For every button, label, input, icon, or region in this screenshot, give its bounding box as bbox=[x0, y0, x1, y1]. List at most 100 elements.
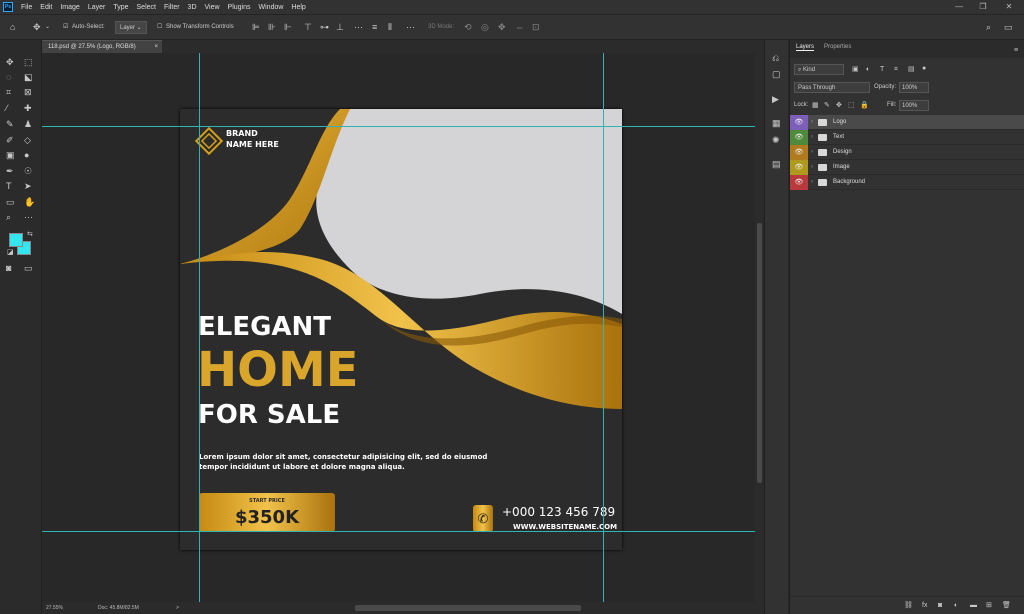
expand-chevron-icon[interactable]: › bbox=[811, 115, 813, 130]
move-tool-icon[interactable]: ✥ bbox=[6, 58, 14, 67]
filter-shape-icon[interactable]: ⌗ bbox=[894, 65, 898, 74]
vertical-scroll-thumb[interactable] bbox=[757, 223, 762, 483]
align-middle-icon[interactable]: ⊶ bbox=[320, 23, 329, 32]
menu-help[interactable]: Help bbox=[291, 4, 305, 11]
zoom-tool-icon[interactable]: ⌕ bbox=[6, 213, 11, 222]
zoom-level[interactable]: 27.55% bbox=[46, 602, 63, 614]
swap-colors-icon[interactable]: ⇆ bbox=[27, 230, 33, 239]
frame-tool-icon[interactable]: ⊠ bbox=[24, 88, 32, 97]
hand-tool-icon[interactable]: ✋ bbox=[24, 198, 35, 207]
expand-chevron-icon[interactable]: › bbox=[811, 175, 813, 190]
brush-tool-icon[interactable]: ✎ bbox=[6, 120, 14, 129]
show-transform-checkbox[interactable]: ☐ bbox=[157, 21, 162, 34]
menu-edit[interactable]: Edit bbox=[40, 4, 52, 11]
pen-tool-icon[interactable]: ✒ bbox=[6, 167, 14, 176]
comments-panel-icon[interactable]: ▢ bbox=[772, 70, 781, 79]
blend-mode-dropdown[interactable]: Pass Through bbox=[794, 82, 870, 93]
add-mask-icon[interactable]: ◙ bbox=[938, 601, 942, 610]
filter-pixel-icon[interactable]: ▣ bbox=[852, 65, 859, 74]
layer-row-text[interactable]: 👁 › Text bbox=[790, 130, 1024, 145]
guide-horizontal-top[interactable] bbox=[42, 126, 755, 127]
quick-mask-icon[interactable]: ◙ bbox=[6, 264, 11, 273]
panel-menu-icon[interactable]: ≡ bbox=[1014, 46, 1018, 55]
guide-horizontal-bottom[interactable] bbox=[42, 531, 755, 532]
slide-3d-icon[interactable]: ⇔ bbox=[515, 23, 524, 32]
close-tab-icon[interactable]: × bbox=[154, 41, 158, 53]
search-icon[interactable]: ⌕ bbox=[986, 23, 991, 32]
layer-row-design[interactable]: 👁 › Design bbox=[790, 145, 1024, 160]
menu-plugins[interactable]: Plugins bbox=[228, 4, 251, 11]
new-layer-icon[interactable]: ⊞ bbox=[986, 601, 992, 610]
distribute-horizontal-icon[interactable]: ⦀ bbox=[388, 23, 392, 32]
path-select-icon[interactable]: ➤ bbox=[24, 182, 32, 191]
tab-properties[interactable]: Properties bbox=[824, 44, 851, 50]
menu-filter[interactable]: Filter bbox=[164, 4, 180, 11]
expand-chevron-icon[interactable]: › bbox=[811, 160, 813, 175]
stamp-tool-icon[interactable]: ♟ bbox=[24, 120, 32, 129]
move-tool-option-icon[interactable]: ✥ bbox=[33, 23, 41, 32]
filter-kind-dropdown[interactable]: ⌕ Kind bbox=[794, 64, 844, 75]
actions-play-icon[interactable]: ▶ bbox=[772, 95, 779, 104]
workspace-icon[interactable]: ▭ bbox=[1004, 23, 1013, 32]
swatches-panel-icon[interactable]: ▦ bbox=[772, 119, 781, 128]
distribute-icon[interactable]: ⋯ bbox=[354, 23, 363, 32]
auto-select-dropdown[interactable]: Layer ⌄ bbox=[115, 21, 147, 34]
filter-toggle-icon[interactable]: ● bbox=[922, 64, 926, 73]
auto-select-checkbox[interactable]: ☑ bbox=[63, 21, 68, 34]
pan-3d-icon[interactable]: ✥ bbox=[498, 23, 506, 32]
align-left-icon[interactable]: ⊫ bbox=[252, 23, 260, 32]
layer-row-logo[interactable]: 👁 › Logo bbox=[790, 115, 1024, 130]
home-icon[interactable]: ⌂ bbox=[10, 23, 15, 32]
expand-chevron-icon[interactable]: › bbox=[811, 130, 813, 145]
visibility-eye-icon[interactable]: 👁 bbox=[790, 175, 808, 190]
more-tools-icon[interactable]: ··· bbox=[24, 213, 33, 222]
document-canvas[interactable]: ✆ BRAND NAME HERE ELEGANT HOME FOR SALE … bbox=[180, 109, 622, 550]
crop-tool-icon[interactable]: ⌗ bbox=[6, 88, 11, 97]
roll-3d-icon[interactable]: ◎ bbox=[481, 23, 489, 32]
menu-view[interactable]: View bbox=[205, 4, 220, 11]
rectangle-tool-icon[interactable]: ▭ bbox=[6, 198, 15, 207]
layer-style-icon[interactable]: fx bbox=[922, 601, 927, 610]
document-tab[interactable]: 118.psd @ 27.5% (Logo, RGB/8) × bbox=[42, 40, 162, 53]
align-right-icon[interactable]: ⊩ bbox=[284, 23, 292, 32]
eyedropper-icon[interactable]: ⁄ bbox=[6, 104, 8, 113]
lock-artboard-icon[interactable]: ⬚ bbox=[848, 101, 855, 110]
fill-field[interactable]: 100% bbox=[899, 100, 929, 111]
align-center-icon[interactable]: ⊪ bbox=[268, 23, 276, 32]
lasso-tool-icon[interactable]: ◌ bbox=[6, 73, 11, 82]
filter-adjustment-icon[interactable]: ◐ bbox=[866, 65, 870, 74]
visibility-eye-icon[interactable]: 👁 bbox=[790, 145, 808, 160]
default-colors-icon[interactable]: ◪ bbox=[7, 248, 14, 257]
filter-type-icon[interactable]: T bbox=[880, 65, 884, 74]
distribute-vertical-icon[interactable]: ≡ bbox=[372, 23, 377, 32]
delete-layer-icon[interactable]: 🗑 bbox=[1002, 601, 1011, 610]
horizontal-scroll-thumb[interactable] bbox=[355, 605, 581, 611]
visibility-eye-icon[interactable]: 👁 bbox=[790, 130, 808, 145]
more-options-icon[interactable]: ··· bbox=[406, 23, 415, 32]
marquee-tool-icon[interactable]: ⬚ bbox=[24, 58, 33, 67]
dodge-tool-icon[interactable]: ☉ bbox=[24, 167, 32, 176]
minimize-icon[interactable]: — bbox=[946, 0, 972, 14]
align-bottom-icon[interactable]: ⊥ bbox=[336, 23, 344, 32]
history-panel-icon[interactable]: ⎌ bbox=[772, 54, 779, 63]
expand-chevron-icon[interactable]: › bbox=[811, 145, 813, 160]
menu-3d[interactable]: 3D bbox=[188, 4, 197, 11]
guide-vertical-left[interactable] bbox=[199, 53, 200, 602]
lock-all-icon[interactable]: 🔒 bbox=[860, 101, 869, 110]
layer-row-background[interactable]: 👁 › Background bbox=[790, 175, 1024, 190]
object-select-icon[interactable]: ⬕ bbox=[24, 73, 33, 82]
opacity-field[interactable]: 100% bbox=[899, 82, 929, 93]
chevron-down-icon[interactable]: ⌄ bbox=[45, 23, 50, 32]
tab-layers[interactable]: Layers bbox=[796, 44, 815, 51]
healing-brush-icon[interactable]: ✚ bbox=[24, 104, 32, 113]
vertical-scrollbar[interactable] bbox=[755, 53, 764, 602]
channels-panel-icon[interactable]: ▤ bbox=[772, 160, 781, 169]
align-top-icon[interactable]: ⊤ bbox=[304, 23, 312, 32]
visibility-eye-icon[interactable]: 👁 bbox=[790, 160, 808, 175]
new-group-icon[interactable]: ▬ bbox=[970, 601, 977, 610]
close-window-icon[interactable]: ✕ bbox=[996, 0, 1022, 14]
blur-tool-icon[interactable]: ● bbox=[24, 151, 29, 160]
scale-3d-icon[interactable]: ⊡ bbox=[532, 23, 540, 32]
type-tool-icon[interactable]: T bbox=[6, 182, 12, 191]
color-panel-icon[interactable]: ✺ bbox=[772, 136, 780, 145]
